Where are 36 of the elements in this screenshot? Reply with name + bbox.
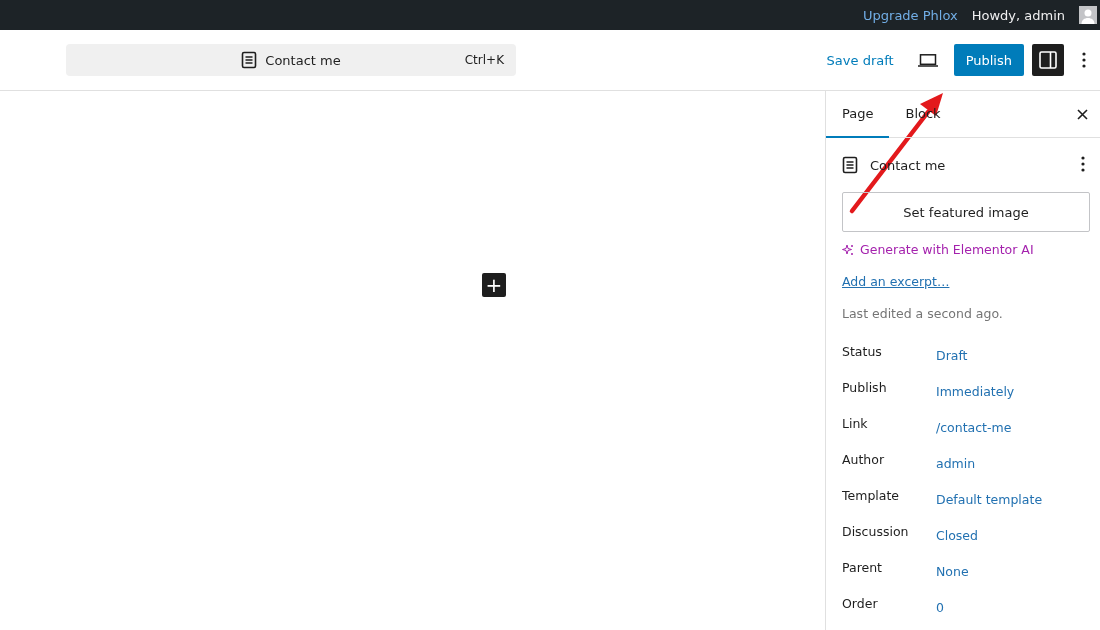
sidebar-toggle-button[interactable] bbox=[1032, 44, 1064, 76]
user-greeting[interactable]: Howdy, admin bbox=[971, 7, 1065, 23]
field-value-link[interactable]: Closed bbox=[936, 527, 978, 543]
laptop-icon[interactable] bbox=[917, 53, 938, 67]
page-icon bbox=[842, 156, 858, 174]
command-bar[interactable]: Contact me Ctrl+K bbox=[66, 44, 516, 76]
close-icon[interactable] bbox=[1077, 108, 1088, 120]
field-label: Template bbox=[842, 487, 901, 503]
sparkle-icon bbox=[842, 243, 854, 256]
field-value-link[interactable]: Draft bbox=[936, 347, 968, 363]
field-value-link[interactable]: Immediately bbox=[936, 383, 1015, 399]
field-value-link[interactable]: None bbox=[936, 563, 969, 579]
sidebar-panel-icon bbox=[1039, 51, 1057, 69]
upgrade-link[interactable]: Upgrade Phlox bbox=[863, 7, 958, 23]
page-options-icon[interactable] bbox=[1081, 155, 1085, 172]
field-label: Status bbox=[842, 343, 883, 359]
add-block-button[interactable]: + bbox=[482, 273, 506, 297]
field-label: Publish bbox=[842, 379, 888, 395]
publish-button[interactable]: Publish bbox=[953, 44, 1024, 76]
field-value-link[interactable]: Default template bbox=[936, 491, 1043, 507]
field-label: Link bbox=[842, 415, 869, 431]
last-edited-text: Last edited a second ago. bbox=[842, 306, 1004, 321]
add-excerpt-link[interactable]: Add an excerpt… bbox=[842, 274, 1090, 289]
sidebar-tab[interactable]: Page bbox=[826, 91, 890, 138]
generate-ai-link[interactable]: Generate with Elementor AI bbox=[842, 242, 1090, 257]
field-label: Discussion bbox=[842, 523, 910, 539]
field-label: Author bbox=[842, 451, 886, 467]
field-value-link[interactable]: /contact-me bbox=[936, 419, 1012, 435]
set-featured-image-button[interactable]: Set featured image bbox=[842, 192, 1090, 232]
document-icon bbox=[241, 51, 258, 69]
field-value-link[interactable]: admin bbox=[936, 455, 976, 471]
field-value-link[interactable]: 0 bbox=[936, 599, 944, 615]
more-options-icon[interactable] bbox=[1082, 52, 1086, 68]
field-label: Order bbox=[842, 595, 879, 611]
save-draft-link[interactable]: Save draft bbox=[826, 52, 894, 68]
field-label: Parent bbox=[842, 559, 883, 575]
